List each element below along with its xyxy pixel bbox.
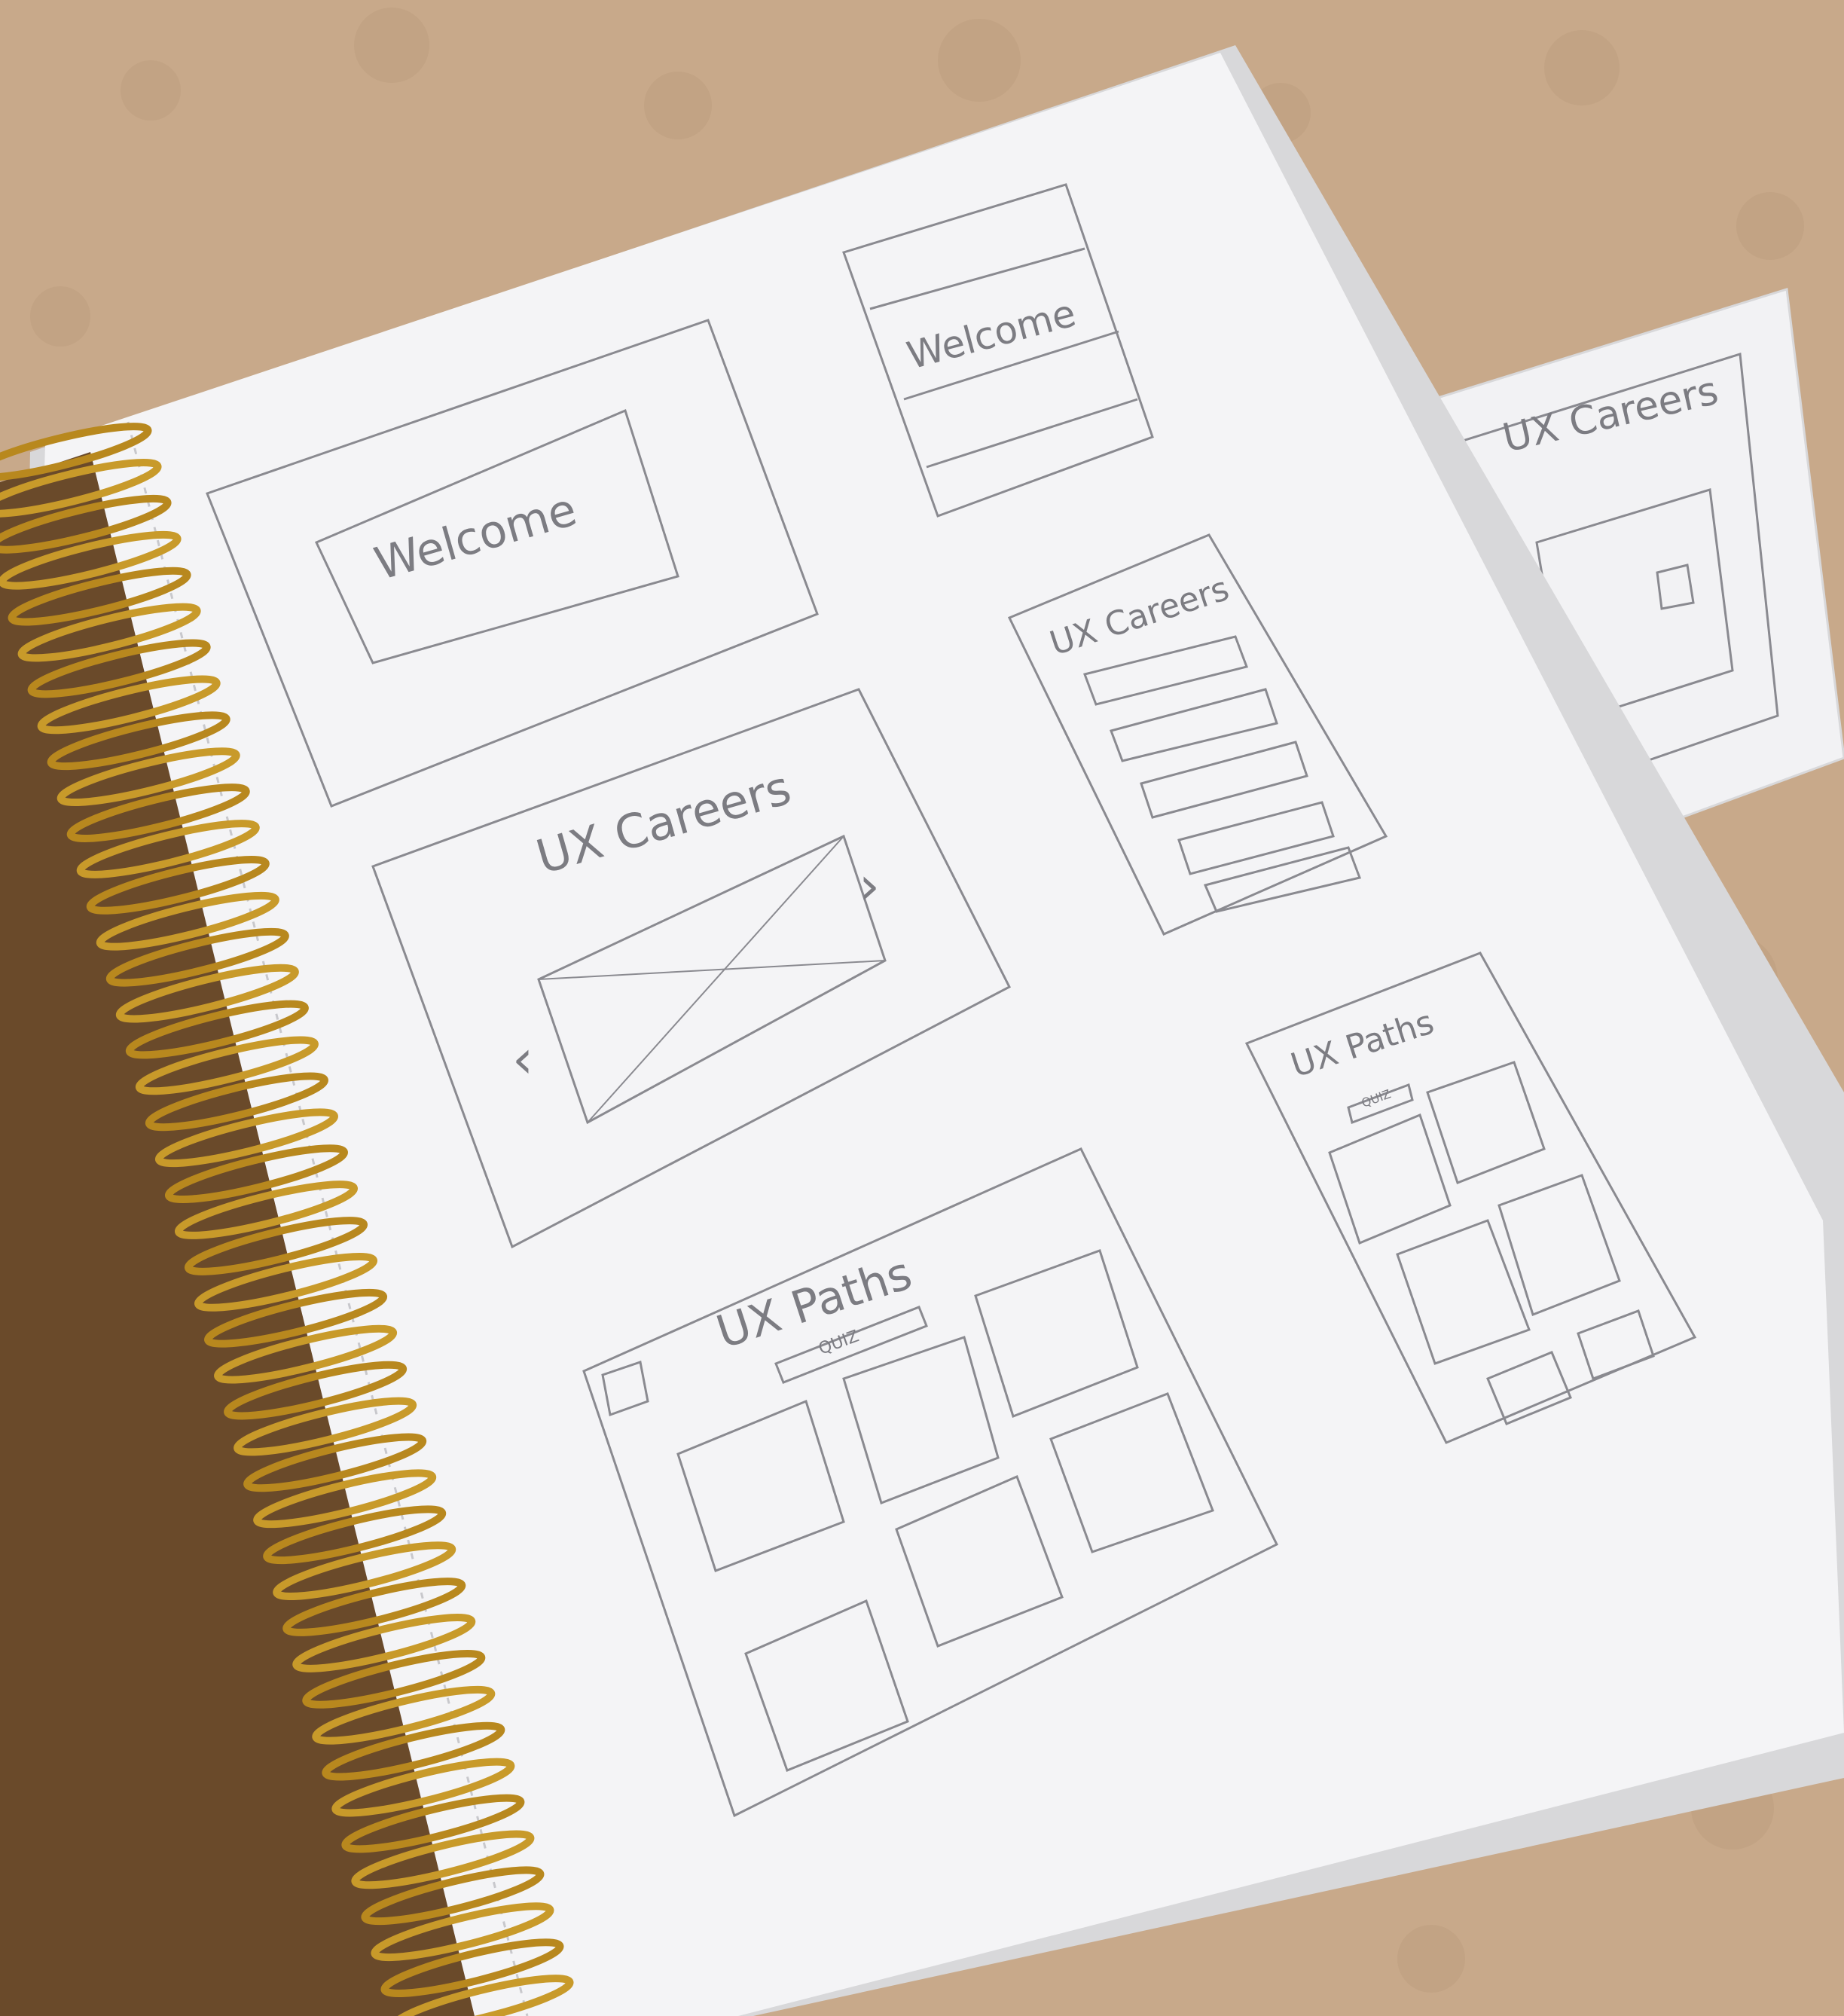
chevron-left-icon: ‹ [512,1028,533,1090]
photo-scene: UX Careers Welcome Welcome UX Careers ‹ … [0,0,1844,2016]
chevron-right-icon: › [859,855,880,917]
